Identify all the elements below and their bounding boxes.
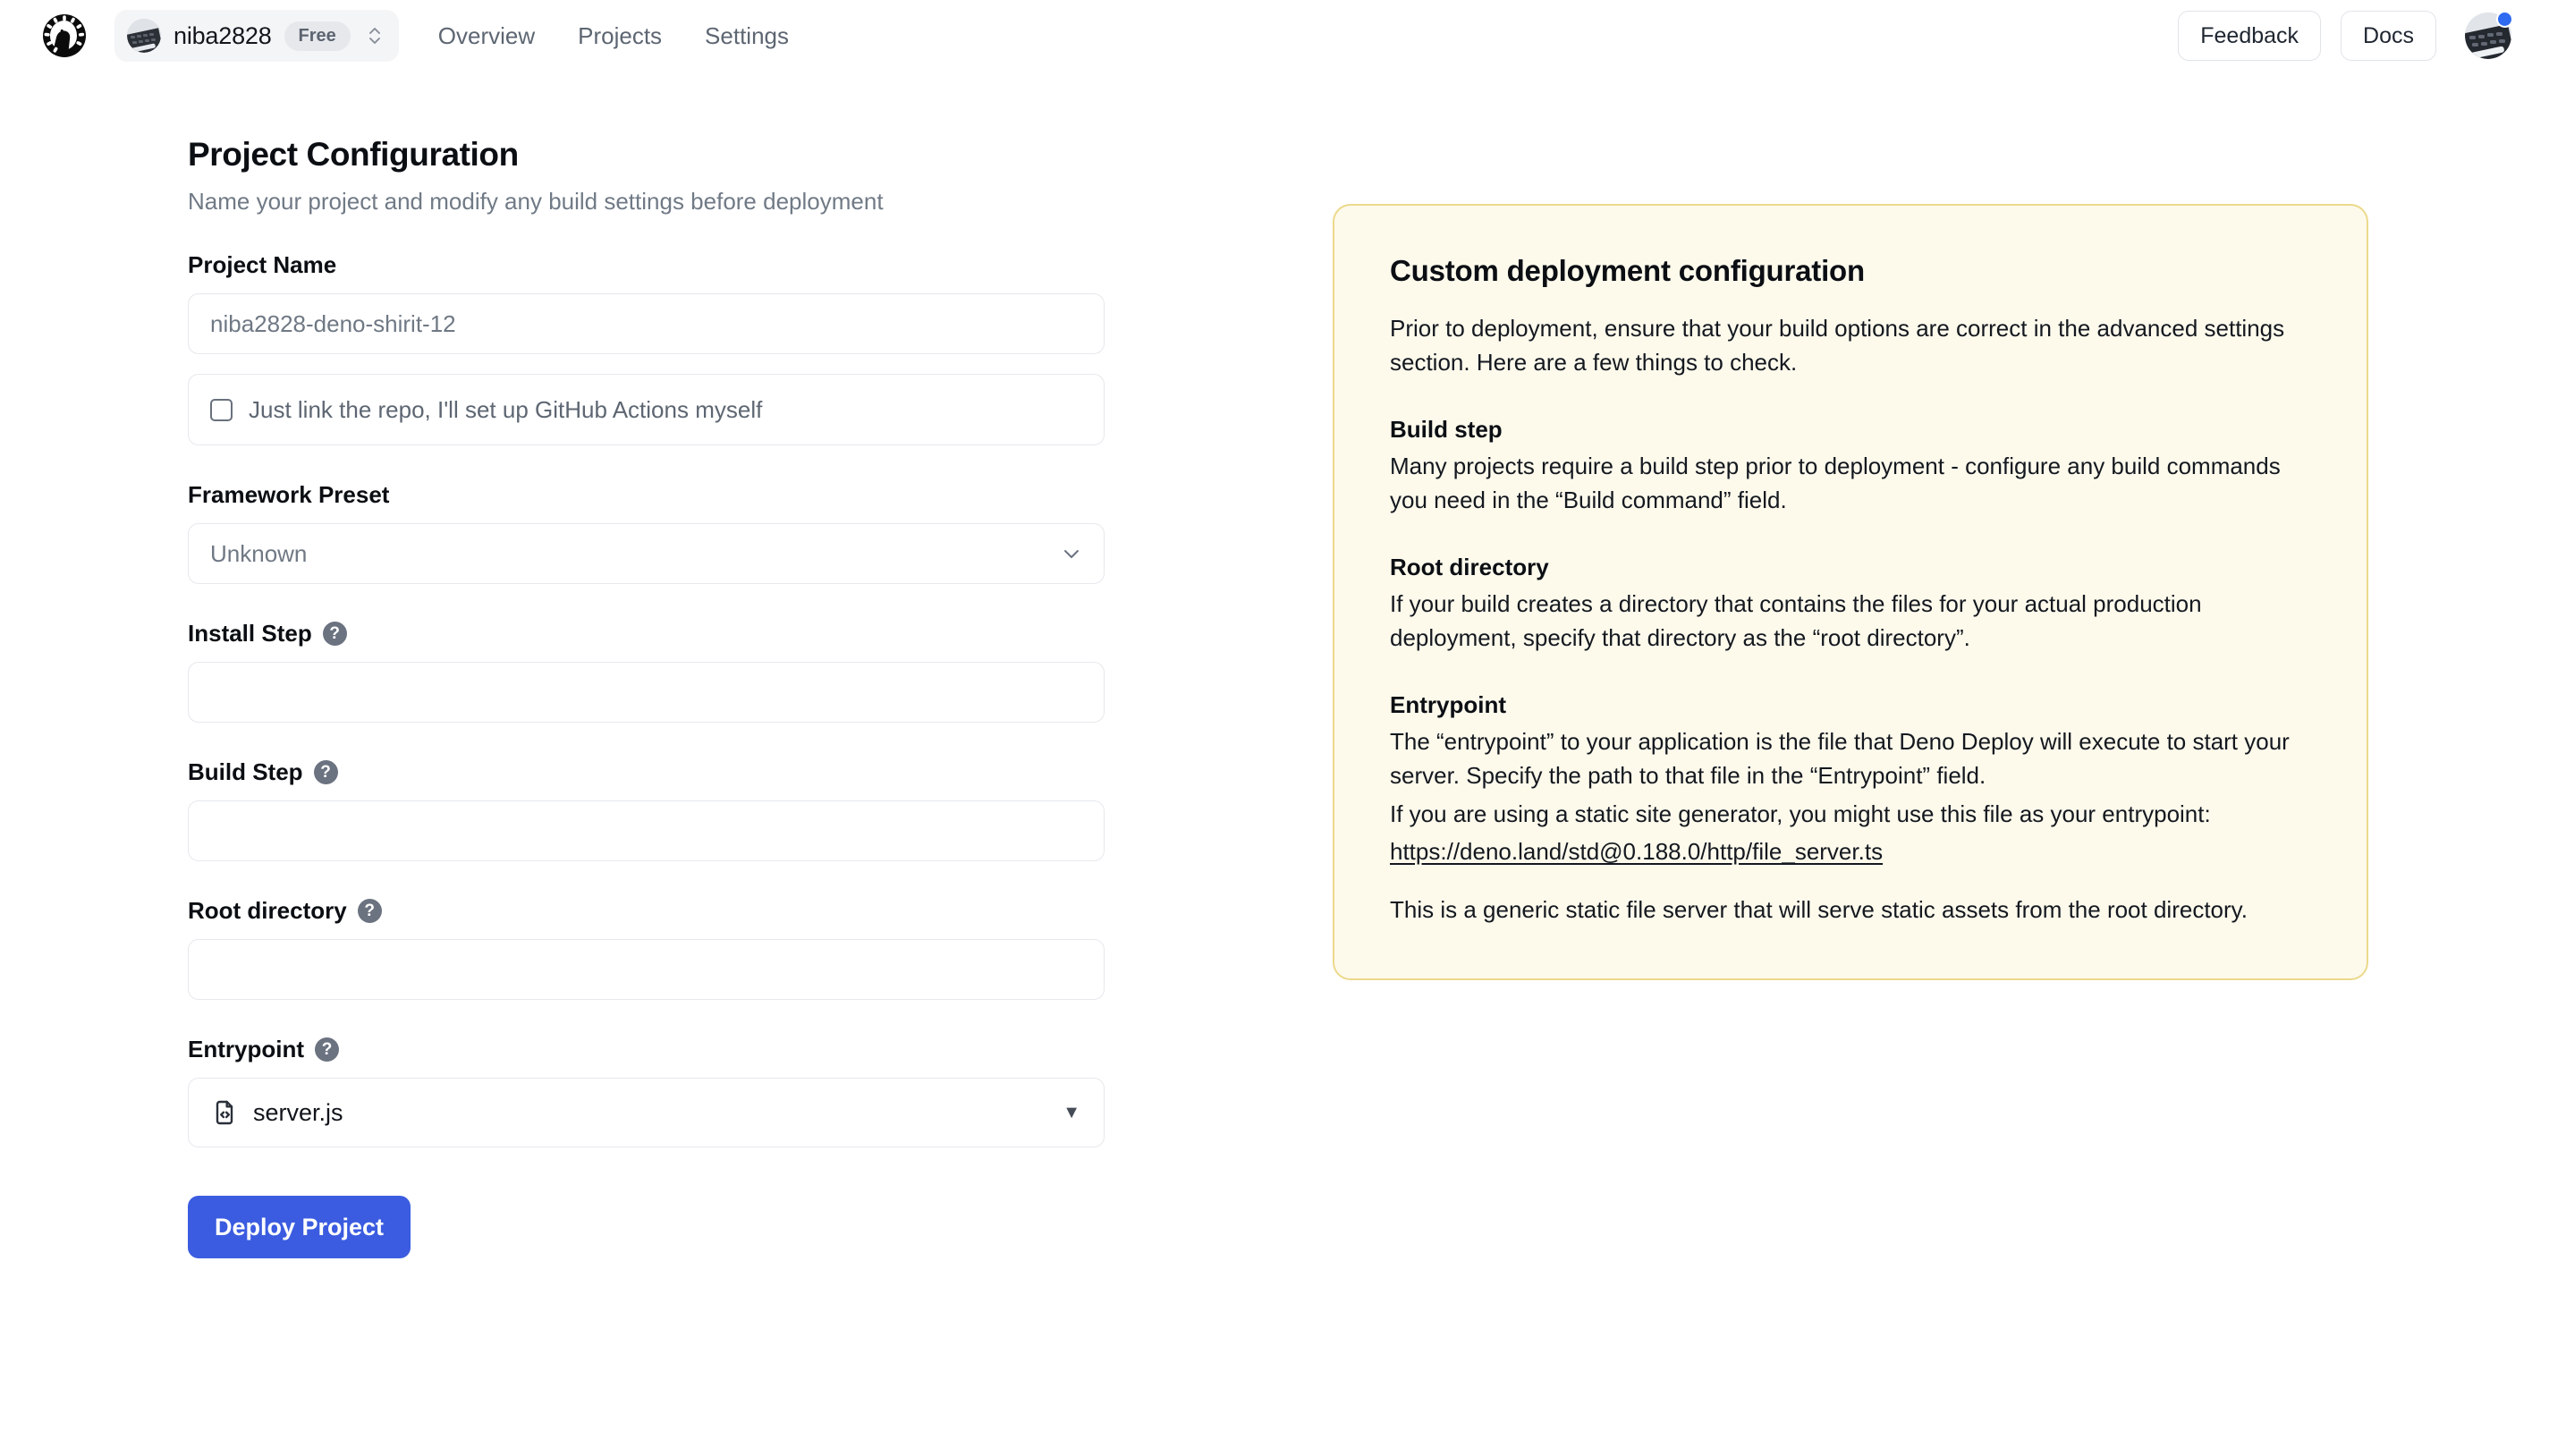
install-step-label-text: Install Step: [188, 620, 312, 648]
question-mark-icon[interactable]: ?: [315, 1037, 339, 1062]
field-build-step: Build Step ?: [188, 758, 1100, 861]
project-name-label-text: Project Name: [188, 251, 336, 279]
caret-down-icon: ▼: [1063, 1104, 1080, 1122]
main-nav: Overview Projects Settings: [438, 22, 789, 50]
project-configuration-form: Project Configuration Name your project …: [0, 72, 1100, 1258]
docs-button[interactable]: Docs: [2341, 11, 2436, 61]
nav-item-overview[interactable]: Overview: [438, 22, 535, 50]
custom-deployment-configuration-card: Custom deployment configuration Prior to…: [1333, 204, 2368, 980]
org-plan-badge: Free: [284, 21, 351, 51]
question-mark-icon[interactable]: ?: [358, 899, 382, 923]
field-install-step: Install Step ?: [188, 620, 1100, 723]
nav-item-projects[interactable]: Projects: [578, 22, 662, 50]
install-step-input[interactable]: [188, 662, 1105, 723]
file-server-link[interactable]: https://deno.land/std@0.188.0/http/file_…: [1390, 834, 1883, 868]
org-switcher[interactable]: niba2828 Free: [114, 10, 399, 62]
page-title: Project Configuration: [188, 136, 1100, 174]
question-mark-icon[interactable]: ?: [314, 760, 338, 784]
field-project-name: Project Name: [188, 251, 1100, 354]
framework-preset-select[interactable]: Unknown: [188, 523, 1105, 584]
org-name: niba2828: [174, 22, 272, 50]
info-card-title: Custom deployment configuration: [1390, 254, 2311, 288]
feedback-button[interactable]: Feedback: [2178, 11, 2321, 61]
project-name-label: Project Name: [188, 251, 1100, 279]
info-section-body-entrypoint-3: This is a generic static file server tha…: [1390, 893, 2311, 927]
page-body: Project Configuration Name your project …: [0, 72, 2549, 1258]
org-avatar: [127, 19, 161, 53]
info-section-body-entrypoint-2: If you are using a static site generator…: [1390, 797, 2311, 831]
field-root-directory: Root directory ?: [188, 897, 1100, 1000]
chevron-up-down-icon: [367, 22, 383, 49]
root-directory-label-text: Root directory: [188, 897, 347, 925]
user-menu[interactable]: [2465, 13, 2511, 59]
link-repo-option[interactable]: Just link the repo, I'll set up GitHub A…: [188, 374, 1105, 445]
field-entrypoint: Entrypoint ? server.js ▼: [188, 1036, 1100, 1147]
info-section-heading-entrypoint: Entrypoint: [1390, 691, 2311, 719]
question-mark-icon[interactable]: ?: [323, 622, 347, 646]
build-step-input[interactable]: [188, 800, 1105, 861]
notification-dot: [2496, 11, 2513, 28]
entrypoint-value: server.js: [253, 1099, 343, 1127]
project-name-input[interactable]: [188, 293, 1105, 354]
framework-preset-select-wrap: Unknown: [188, 523, 1105, 584]
deploy-project-button[interactable]: Deploy Project: [188, 1196, 411, 1258]
entrypoint-label-text: Entrypoint: [188, 1036, 304, 1063]
framework-preset-value: Unknown: [210, 540, 307, 568]
info-card-intro: Prior to deployment, ensure that your bu…: [1390, 311, 2311, 380]
info-section-body-entrypoint-1: The “entrypoint” to your application is …: [1390, 724, 2311, 793]
info-panel: Custom deployment configuration Prior to…: [1333, 204, 2368, 980]
info-section-body-root-directory: If your build creates a directory that c…: [1390, 587, 2311, 656]
root-directory-input[interactable]: [188, 939, 1105, 1000]
entrypoint-combobox[interactable]: server.js ▼: [188, 1078, 1105, 1147]
page-subtitle: Name your project and modify any build s…: [188, 188, 1100, 216]
entrypoint-label: Entrypoint ?: [188, 1036, 1100, 1063]
info-section-heading-root-directory: Root directory: [1390, 554, 2311, 581]
top-bar-actions: Feedback Docs: [2178, 11, 2511, 61]
file-code-icon: [210, 1098, 239, 1127]
link-repo-label: Just link the repo, I'll set up GitHub A…: [249, 396, 762, 424]
root-directory-label: Root directory ?: [188, 897, 1100, 925]
framework-preset-label-text: Framework Preset: [188, 481, 389, 509]
framework-preset-label: Framework Preset: [188, 481, 1100, 509]
nav-item-settings[interactable]: Settings: [705, 22, 789, 50]
deno-logo[interactable]: [41, 13, 88, 59]
info-section-heading-build-step: Build step: [1390, 416, 2311, 444]
info-section-body-build-step: Many projects require a build step prior…: [1390, 449, 2311, 518]
link-repo-checkbox[interactable]: [210, 399, 233, 421]
build-step-label: Build Step ?: [188, 758, 1100, 786]
install-step-label: Install Step ?: [188, 620, 1100, 648]
field-framework-preset: Framework Preset Unknown: [188, 481, 1100, 584]
build-step-label-text: Build Step: [188, 758, 303, 786]
top-bar: niba2828 Free Overview Projects Settings…: [0, 0, 2549, 72]
